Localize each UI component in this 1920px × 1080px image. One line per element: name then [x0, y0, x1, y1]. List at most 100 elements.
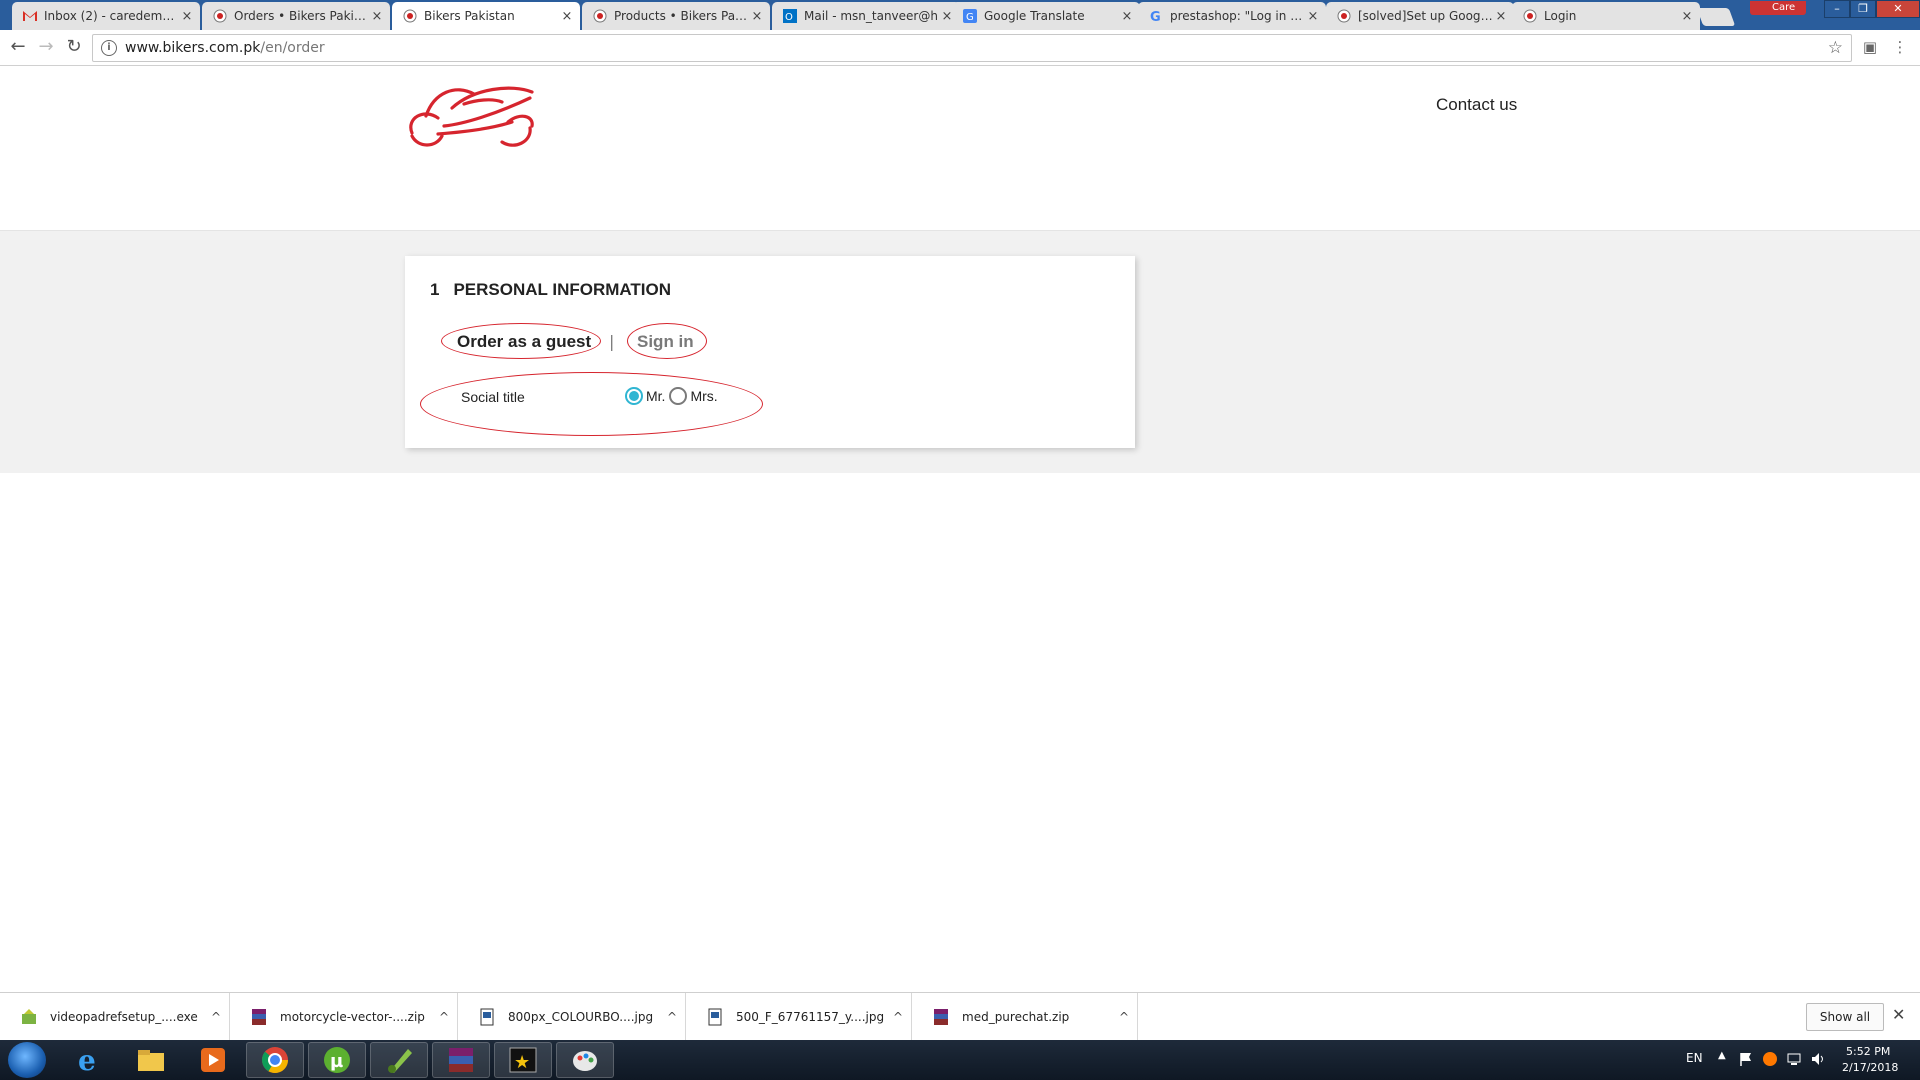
window-controls: – ❐ ✕	[1824, 0, 1920, 18]
input-language[interactable]: EN	[1686, 1051, 1703, 1065]
tab-mail[interactable]: O Mail - msn_tanveer@h ×	[772, 2, 960, 30]
tab-close-icon[interactable]: ×	[1680, 9, 1694, 24]
download-filename: 500_F_67761157_y....jpg	[736, 1010, 885, 1024]
tab-login[interactable]: Login ×	[1512, 2, 1700, 30]
url-path: /en/order	[260, 40, 325, 56]
chrome-icon[interactable]	[246, 1042, 304, 1078]
tab-title: [solved]Set up Google A	[1358, 9, 1494, 23]
prestashop-icon	[1336, 8, 1352, 24]
windows-taskbar: e µ ★ EN ▲ 5:52 PM 2/17/2018	[0, 1040, 1920, 1080]
tab-close-icon[interactable]: ×	[1306, 9, 1320, 24]
step-heading: 1 PERSONAL INFORMATION	[430, 280, 671, 300]
paint-icon[interactable]	[556, 1042, 614, 1078]
windows-start-icon[interactable]	[8, 1042, 46, 1078]
clock-date[interactable]: 2/17/2018	[1842, 1061, 1898, 1074]
maximize-icon[interactable]: ❐	[1850, 0, 1876, 18]
tab-close-icon[interactable]: ×	[1120, 9, 1134, 24]
prestashop-icon	[592, 8, 608, 24]
tab-orders[interactable]: Orders • Bikers Pakistan ×	[202, 2, 390, 30]
browser-tab-strip: Inbox (2) - caredemand × Orders • Bikers…	[0, 0, 1920, 30]
prestashop-icon	[212, 8, 228, 24]
tab-title: Products • Bikers Pakist	[614, 9, 750, 23]
download-item[interactable]: videopadrefsetup_....exe ^	[0, 993, 230, 1041]
volume-icon[interactable]	[1810, 1051, 1826, 1067]
tab-title: Inbox (2) - caredemand	[44, 9, 180, 23]
profile-button[interactable]: Care	[1750, 1, 1806, 15]
tab-close-icon[interactable]: ×	[560, 9, 574, 24]
mrs-radio[interactable]	[669, 387, 688, 405]
notepad-plus-icon[interactable]	[370, 1042, 428, 1078]
tab-setup-google[interactable]: [solved]Set up Google A ×	[1326, 2, 1514, 30]
chevron-up-icon[interactable]: ^	[203, 1010, 229, 1024]
image-file-icon	[480, 1008, 494, 1026]
tab-google-translate[interactable]: G Google Translate ×	[952, 2, 1140, 30]
tab-title: Orders • Bikers Pakistan	[234, 9, 370, 23]
chevron-up-icon[interactable]: ^	[659, 1010, 685, 1024]
chevron-up-icon[interactable]: ^	[1111, 1010, 1137, 1024]
bookmark-star-icon[interactable]: ☆	[1828, 38, 1843, 58]
motorcycle-logo-icon[interactable]	[404, 78, 536, 150]
download-item[interactable]: med_purechat.zip ^	[912, 993, 1138, 1041]
outlook-icon: O	[782, 8, 798, 24]
download-item[interactable]: motorcycle-vector-....zip ^	[230, 993, 458, 1041]
svg-text:★: ★	[514, 1052, 530, 1073]
tab-title: prestashop: "Log in to y	[1170, 9, 1306, 23]
tab-close-icon[interactable]: ×	[750, 9, 764, 24]
tab-close-icon[interactable]: ×	[370, 9, 384, 24]
site-header	[0, 66, 1920, 231]
chevron-up-icon[interactable]: ▲	[1718, 1050, 1726, 1061]
back-icon[interactable]: ←	[6, 36, 30, 60]
tab-bikers-pakistan[interactable]: Bikers Pakistan ×	[392, 2, 580, 30]
order-as-guest-tab[interactable]: Order as a guest	[457, 332, 591, 352]
svg-text:O: O	[785, 12, 793, 23]
clock-time[interactable]: 5:52 PM	[1846, 1045, 1890, 1058]
movie-maker-icon[interactable]: ★	[494, 1042, 552, 1078]
prestashop-icon	[1522, 8, 1538, 24]
tab-inbox[interactable]: Inbox (2) - caredemand ×	[12, 2, 200, 30]
network-icon[interactable]	[1786, 1051, 1802, 1067]
browser-toolbar: ← → ↻ i www.bikers.com.pk /en/order ☆ ▣ …	[0, 30, 1920, 66]
media-player-icon[interactable]	[184, 1042, 242, 1078]
flag-icon[interactable]	[1738, 1051, 1754, 1067]
download-filename: motorcycle-vector-....zip	[280, 1010, 425, 1024]
utorrent-icon[interactable]: µ	[308, 1042, 366, 1078]
tab-google-search[interactable]: G prestashop: "Log in to y ×	[1138, 2, 1326, 30]
tab-close-icon[interactable]: ×	[1494, 9, 1508, 24]
prestashop-icon	[402, 8, 418, 24]
minimize-icon[interactable]: –	[1824, 0, 1850, 18]
step-title: PERSONAL INFORMATION	[453, 280, 672, 299]
svg-text:µ: µ	[330, 1051, 343, 1072]
new-tab-button[interactable]	[1696, 8, 1736, 26]
file-explorer-icon[interactable]	[122, 1042, 180, 1078]
tab-products[interactable]: Products • Bikers Pakist ×	[582, 2, 770, 30]
avast-icon[interactable]	[1762, 1051, 1778, 1067]
forward-icon[interactable]: →	[34, 36, 58, 60]
radio-dot	[629, 391, 639, 401]
window-close-icon[interactable]: ✕	[1876, 0, 1920, 18]
chevron-up-icon[interactable]: ^	[885, 1010, 911, 1024]
close-shelf-icon[interactable]: ✕	[1892, 1005, 1905, 1024]
mr-radio[interactable]	[625, 387, 643, 405]
sign-in-tab[interactable]: Sign in	[637, 332, 694, 352]
contact-us-link[interactable]: Contact us	[1436, 95, 1517, 115]
internet-explorer-icon[interactable]: e	[60, 1042, 118, 1078]
chevron-up-icon[interactable]: ^	[431, 1010, 457, 1024]
svg-text:e: e	[78, 1045, 96, 1075]
winrar-icon[interactable]	[432, 1042, 490, 1078]
installer-icon	[22, 1009, 36, 1024]
svg-text:G: G	[966, 12, 974, 23]
show-all-downloads-button[interactable]: Show all	[1806, 1003, 1884, 1031]
site-info-icon[interactable]: i	[101, 40, 117, 56]
download-item[interactable]: 800px_COLOURBO....jpg ^	[458, 993, 686, 1041]
camera-extension-icon[interactable]: ▣	[1860, 38, 1880, 58]
reload-icon[interactable]: ↻	[62, 36, 86, 60]
menu-icon[interactable]: ⋮	[1890, 38, 1910, 58]
tab-close-icon[interactable]: ×	[180, 9, 194, 24]
social-title-radio-group: Mr. Mrs.	[625, 387, 722, 405]
step-number: 1	[430, 280, 440, 299]
address-bar[interactable]: i www.bikers.com.pk /en/order ☆	[92, 34, 1852, 62]
tab-title: Login	[1544, 9, 1577, 23]
mr-radio-label[interactable]: Mr.	[646, 388, 665, 404]
mrs-radio-label[interactable]: Mrs.	[690, 388, 717, 404]
download-item[interactable]: 500_F_67761157_y....jpg ^	[686, 993, 912, 1041]
